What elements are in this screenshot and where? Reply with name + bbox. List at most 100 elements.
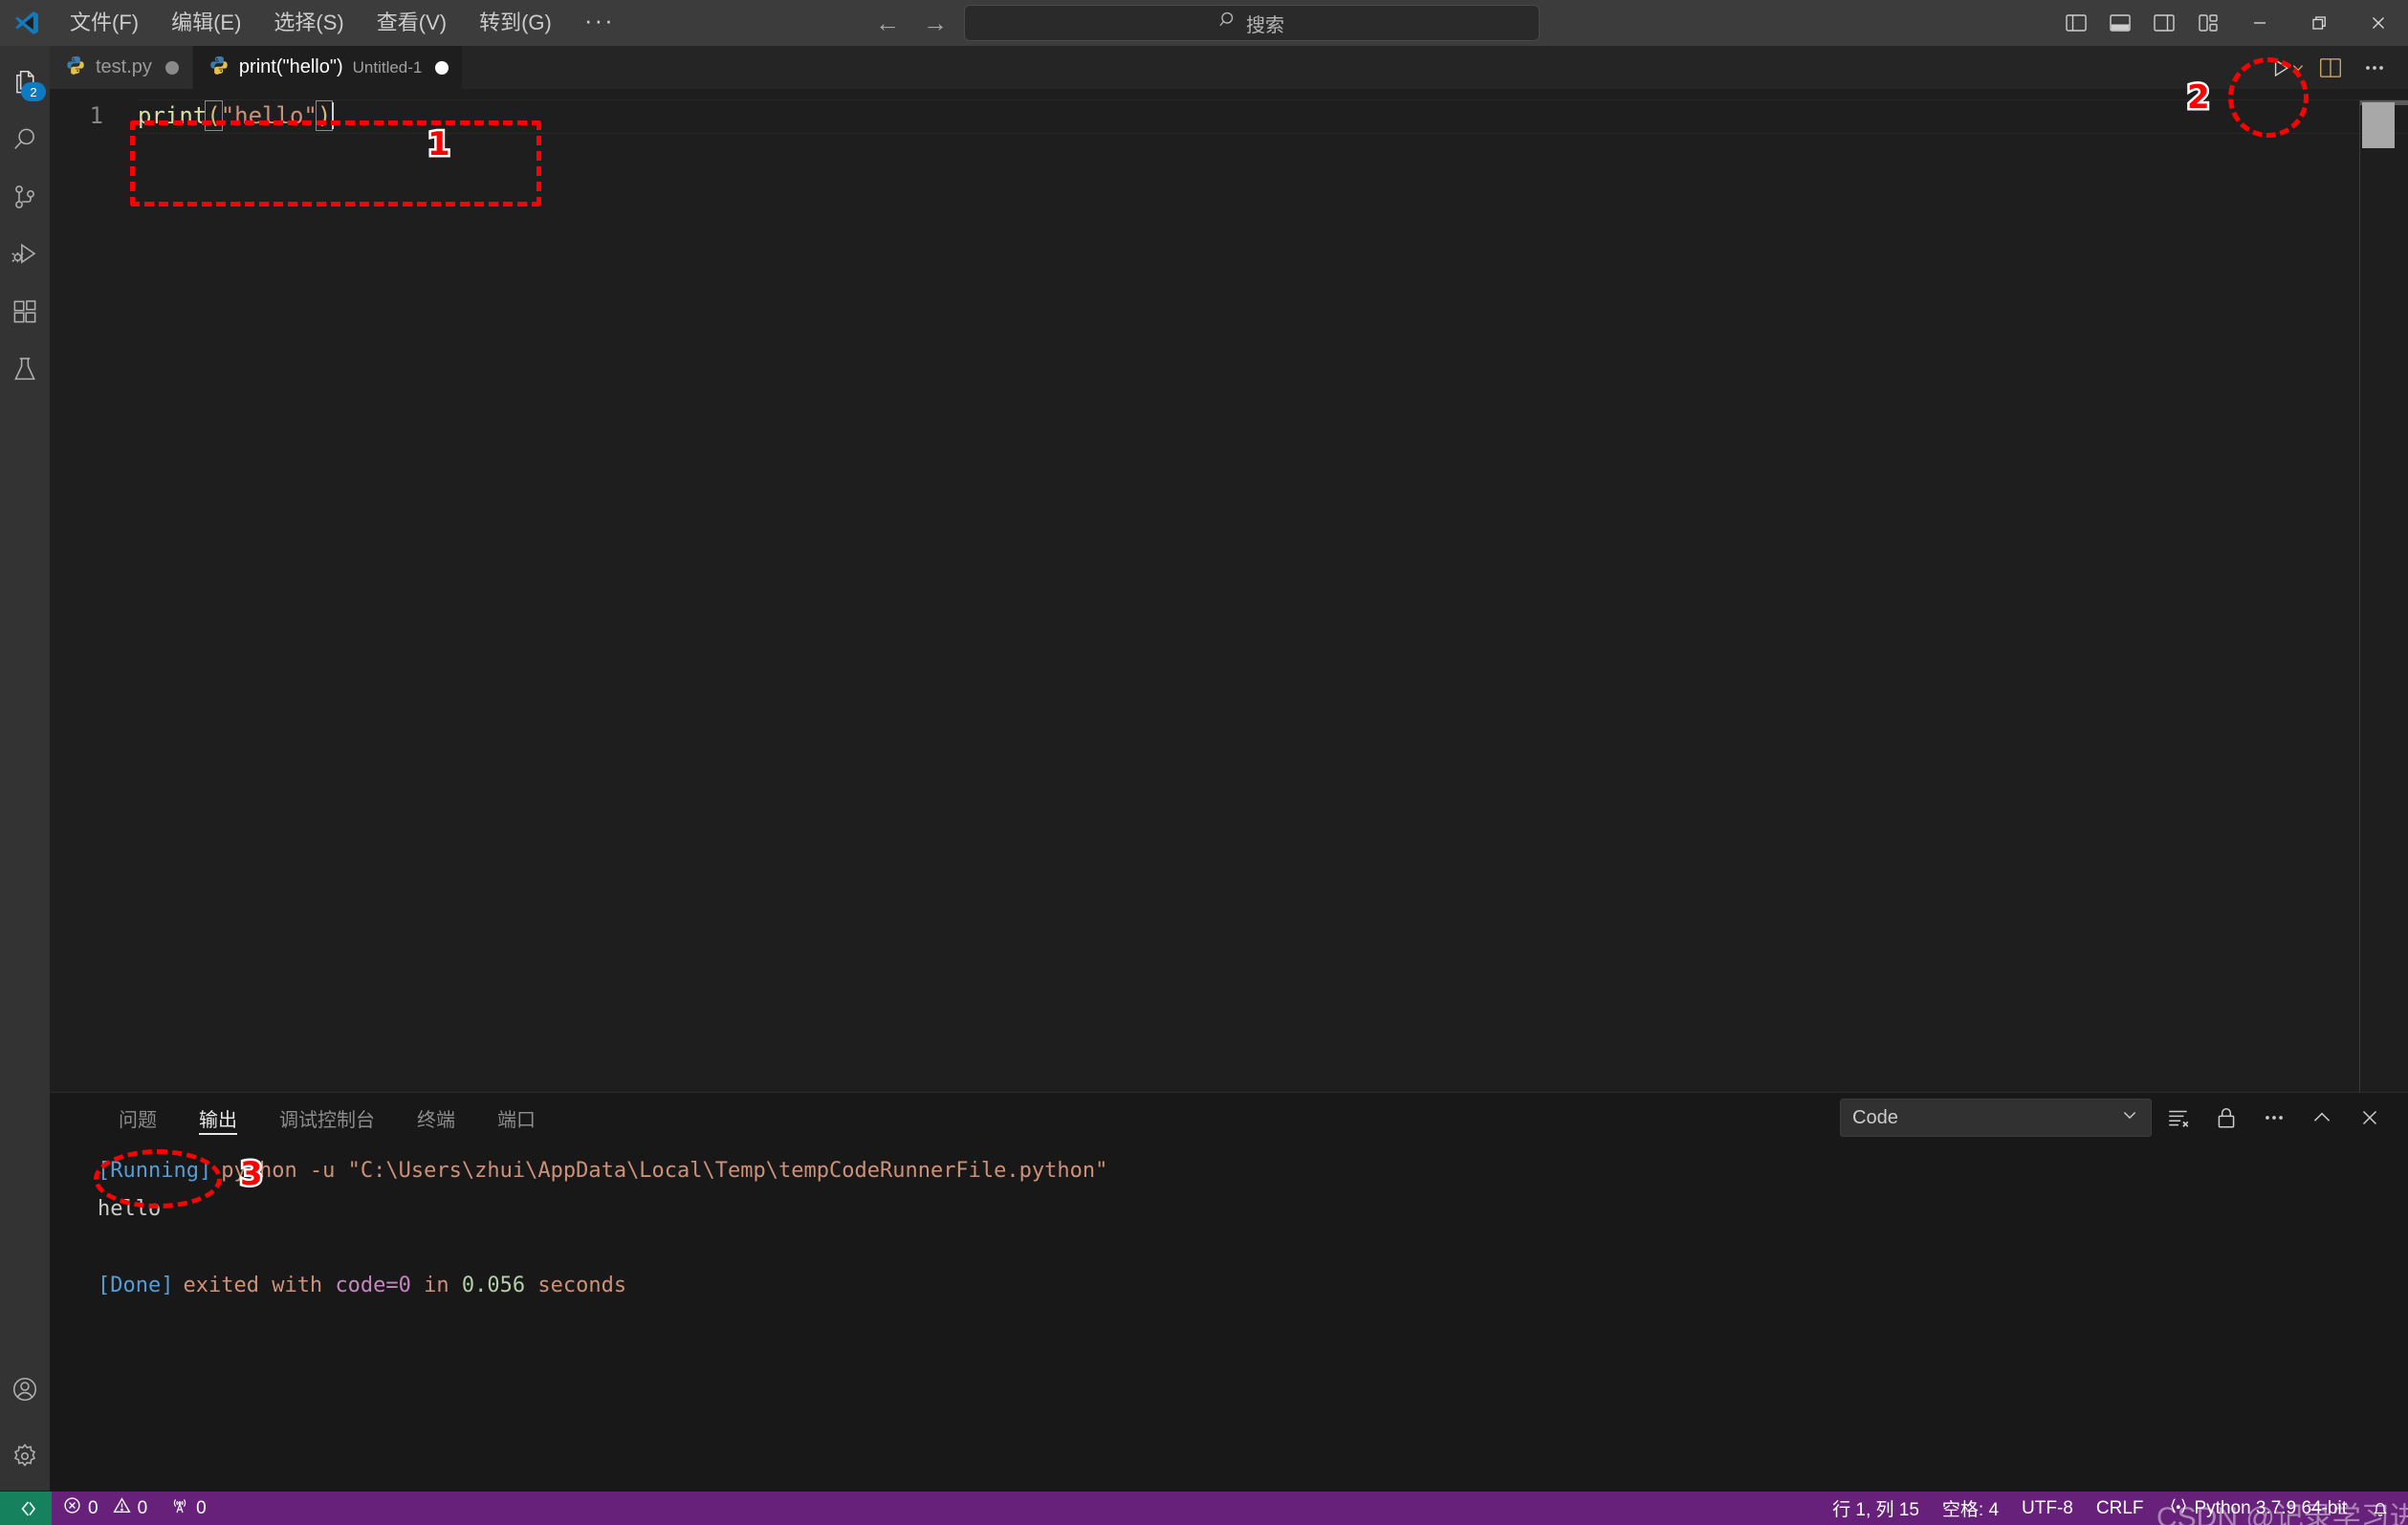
output-hello-text: hello [98, 1197, 162, 1221]
bottom-panel: 问题 输出 调试控制台 终端 端口 Code [Running] python … [50, 1092, 2408, 1492]
command-center: ← → 搜索 [868, 4, 1540, 42]
status-ports[interactable]: 0 [159, 1492, 218, 1525]
tab-ports[interactable]: 端口 [476, 1093, 557, 1143]
sidebar-item-run-and-debug[interactable] [0, 229, 50, 279]
tab-test-py[interactable]: test.py [50, 46, 193, 89]
more-actions-icon[interactable] [2354, 48, 2395, 88]
python-version-label: Python 3.7.9 64-bit [2194, 1497, 2348, 1518]
output-done-part2: in [410, 1274, 462, 1297]
menu-file[interactable]: 文件(F) [55, 7, 153, 39]
chevron-up-icon[interactable] [2301, 1097, 2343, 1139]
status-indentation[interactable]: 空格: 4 [1931, 1492, 2010, 1525]
text-cursor [332, 102, 335, 129]
tab-untitled-1[interactable]: print("hello") Untitled-1 [192, 46, 464, 89]
close-panel-icon[interactable] [2349, 1097, 2391, 1139]
output-done-code: code=0 [335, 1274, 411, 1297]
code-token-function: print [138, 102, 208, 129]
python-brackets-icon [2167, 1495, 2188, 1522]
code-line-1[interactable]: 1 print("hello") [50, 100, 335, 131]
title-bar: 文件(F) 编辑(E) 选择(S) 查看(V) 转到(G) ··· ← → 搜索 [0, 0, 2408, 46]
status-editor-selection[interactable]: 行 1, 列 15 [1821, 1492, 1931, 1525]
tab-label: test.py [96, 56, 152, 77]
error-icon [63, 1496, 81, 1520]
output-blank-line [98, 1229, 2408, 1267]
ports-count: 0 [196, 1497, 207, 1518]
minimize-button[interactable] [2230, 0, 2289, 46]
output-running-tag: [Running] [98, 1159, 212, 1183]
python-icon [208, 54, 230, 81]
output-view[interactable]: [Running] python -u "C:\Users\zhui\AppDat… [50, 1143, 2408, 1305]
search-input[interactable]: 搜索 [964, 5, 1540, 41]
output-line-done: [Done] exited with code=0 in 0.056 second… [98, 1267, 2408, 1305]
arrow-right-icon[interactable]: → [916, 4, 954, 42]
vscode-window: 文件(F) 编辑(E) 选择(S) 查看(V) 转到(G) ··· ← → 搜索 [0, 0, 2408, 1525]
notifications-bell-icon[interactable] [2358, 1492, 2402, 1525]
output-line-hello: hello [98, 1190, 2408, 1229]
status-bar: 0 0 0 行 1, 列 15 空格: 4 UTF-8 CRLF Python … [0, 1492, 2408, 1525]
editor-group: test.py print("hello") Untitled-1 1 prin… [50, 46, 2408, 1092]
status-python-interpreter[interactable]: Python 3.7.9 64-bit [2156, 1492, 2359, 1525]
lock-icon[interactable] [2205, 1097, 2247, 1139]
minimap-separator [2359, 100, 2360, 1092]
current-line-highlight [138, 99, 2408, 134]
chevron-down-icon [2120, 1105, 2139, 1130]
toggle-primary-sidebar-icon[interactable] [2054, 0, 2098, 46]
status-problems[interactable]: 0 0 [52, 1492, 159, 1525]
search-placeholder: 搜索 [1246, 14, 1284, 36]
sidebar-item-extensions[interactable] [0, 287, 50, 337]
tab-dirty-indicator[interactable] [164, 60, 179, 75]
clear-output-icon[interactable] [2157, 1097, 2200, 1139]
search-icon [1219, 11, 1238, 35]
editor-content[interactable]: 1 print("hello") [50, 89, 2408, 1092]
output-done-part1: exited with [183, 1274, 336, 1297]
menu-bar: 文件(F) 编辑(E) 选择(S) 查看(V) 转到(G) ··· [54, 0, 631, 46]
run-python-file-button[interactable] [2266, 48, 2307, 88]
menu-go[interactable]: 转到(G) [465, 7, 566, 39]
output-channel-value: Code [1852, 1106, 1898, 1128]
tab-problems[interactable]: 问题 [98, 1093, 178, 1143]
remote-window-icon[interactable] [0, 1492, 52, 1525]
tab-label: print("hello") [238, 56, 343, 77]
vscode-logo-icon [0, 0, 54, 46]
views-and-more-actions-icon[interactable] [2253, 1097, 2295, 1139]
code-token-close-paren: ) [315, 100, 334, 131]
explorer-badge: 2 [21, 82, 46, 101]
customize-layout-icon[interactable] [2186, 0, 2230, 46]
warning-icon [112, 1496, 131, 1520]
accounts-button[interactable] [0, 1364, 50, 1414]
menu-edit[interactable]: 编辑(E) [157, 7, 255, 39]
menu-selection[interactable]: 选择(S) [259, 7, 358, 39]
panel-header: 问题 输出 调试控制台 终端 端口 Code [50, 1093, 2408, 1143]
gear-icon[interactable] [0, 1431, 50, 1481]
output-channel-select[interactable]: Code [1840, 1099, 2152, 1137]
panel-tab-list: 问题 输出 调试控制台 终端 端口 [50, 1093, 557, 1143]
output-done-duration: 0.056 [461, 1274, 526, 1297]
sidebar-item-testing[interactable] [0, 344, 50, 394]
sidebar-item-explorer[interactable]: 2 [0, 57, 50, 107]
status-bar-right: 行 1, 列 15 空格: 4 UTF-8 CRLF Python 3.7.9 … [1821, 1492, 2408, 1525]
sidebar-item-source-control[interactable] [0, 172, 50, 222]
arrow-left-icon[interactable]: ← [868, 4, 907, 42]
title-bar-actions [2054, 0, 2408, 46]
restore-button[interactable] [2289, 0, 2349, 46]
toggle-panel-icon[interactable] [2098, 0, 2142, 46]
tab-terminal[interactable]: 终端 [396, 1093, 476, 1143]
tab-debug-console[interactable]: 调试控制台 [258, 1093, 396, 1143]
menu-view[interactable]: 查看(V) [362, 7, 461, 39]
tab-dirty-indicator[interactable] [435, 60, 449, 75]
output-done-tag: [Done] [98, 1274, 174, 1297]
toggle-secondary-sidebar-icon[interactable] [2142, 0, 2186, 46]
minimap-slider[interactable] [2362, 102, 2395, 148]
panel-actions: Code [1840, 1097, 2408, 1139]
sidebar-item-search[interactable] [0, 115, 50, 164]
split-editor-icon[interactable] [2310, 48, 2351, 88]
line-number: 1 [89, 102, 103, 129]
status-eol[interactable]: CRLF [2085, 1492, 2156, 1525]
status-encoding[interactable]: UTF-8 [2010, 1492, 2085, 1525]
output-done-part3: seconds [525, 1274, 627, 1297]
code-token-open-paren: ( [205, 100, 223, 131]
activity-bar: 2 [0, 46, 50, 1491]
menu-more[interactable]: ··· [570, 6, 629, 39]
close-button[interactable] [2349, 0, 2408, 46]
tab-output[interactable]: 输出 [178, 1093, 258, 1143]
